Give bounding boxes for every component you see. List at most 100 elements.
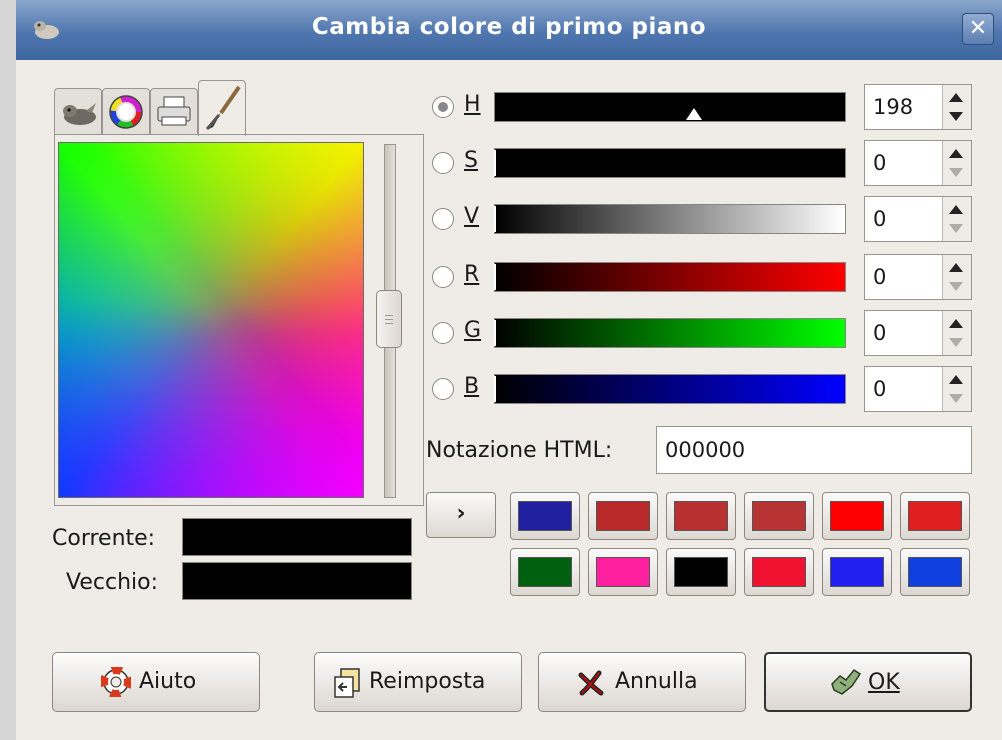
color-dialog: Cambia colore di primo piano ✕ Corrente:… — [16, 0, 1002, 740]
channel-label-b: B — [464, 374, 480, 399]
reset-button[interactable]: Reimposta — [314, 652, 522, 712]
spin-s[interactable]: 0 — [864, 140, 972, 186]
history-swatch[interactable] — [588, 492, 658, 540]
value-slider-handle[interactable] — [376, 290, 402, 348]
spin-v[interactable]: 0 — [864, 196, 972, 242]
history-swatch-color — [518, 501, 572, 531]
color-wheel-icon — [109, 95, 143, 129]
spin-up-icon[interactable] — [949, 205, 963, 214]
reset-label: Reimposta — [369, 669, 486, 694]
chevron-right-icon: › — [456, 501, 466, 526]
spin-up-icon[interactable] — [949, 319, 963, 328]
history-swatch[interactable] — [822, 548, 892, 596]
current-color-swatch — [182, 518, 412, 556]
wilber-icon — [63, 103, 96, 125]
slider-b-marker[interactable] — [494, 376, 496, 402]
spin-g-value[interactable]: 0 — [873, 321, 886, 345]
spin-v-value[interactable]: 0 — [873, 207, 886, 231]
radio-b[interactable] — [432, 378, 454, 400]
hue-saturation-area[interactable] — [58, 142, 364, 498]
ok-hand-icon — [831, 668, 862, 695]
spin-up-icon[interactable] — [949, 149, 963, 158]
slider-r-marker[interactable] — [494, 264, 496, 290]
history-swatch-color — [752, 501, 806, 531]
tab-watercolor-selector[interactable] — [198, 80, 246, 136]
brush-icon — [205, 85, 241, 131]
history-swatch[interactable] — [900, 548, 970, 596]
spin-b-value[interactable]: 0 — [873, 377, 886, 401]
history-swatch[interactable] — [510, 492, 580, 540]
history-swatch[interactable] — [744, 548, 814, 596]
history-swatch-color — [752, 557, 806, 587]
slider-h[interactable] — [494, 92, 846, 122]
history-swatch[interactable] — [666, 492, 736, 540]
radio-r[interactable] — [432, 266, 454, 288]
history-add-button[interactable]: › — [426, 492, 496, 538]
slider-s-marker[interactable] — [494, 150, 496, 176]
history-swatch[interactable] — [900, 492, 970, 540]
close-icon: ✕ — [968, 16, 988, 41]
title-bar: Cambia colore di primo piano ✕ — [16, 0, 1002, 60]
channel-label-v: V — [464, 204, 480, 229]
spin-h[interactable]: 198 — [864, 84, 972, 130]
help-button[interactable]: Aiuto — [52, 652, 260, 712]
radio-v[interactable] — [432, 208, 454, 230]
spin-r-value[interactable]: 0 — [873, 265, 886, 289]
channel-label-s: S — [464, 148, 478, 173]
spin-up-icon[interactable] — [949, 375, 963, 384]
cancel-button[interactable]: Annulla — [538, 652, 746, 712]
spin-up-icon[interactable] — [949, 93, 963, 102]
spin-r[interactable]: 0 — [864, 254, 972, 300]
slider-g-marker[interactable] — [494, 320, 496, 346]
slider-s[interactable] — [494, 148, 846, 178]
ok-button[interactable]: OK — [764, 652, 972, 712]
history-swatch[interactable] — [744, 492, 814, 540]
history-swatch-color — [596, 557, 650, 587]
radio-g[interactable] — [432, 322, 454, 344]
ok-label: OK — [868, 670, 900, 695]
html-notation-input[interactable]: 000000 — [656, 426, 972, 474]
spin-b[interactable]: 0 — [864, 366, 972, 412]
history-swatch-color — [674, 557, 728, 587]
printer-icon — [157, 96, 191, 126]
history-swatch[interactable] — [588, 548, 658, 596]
slider-g[interactable] — [494, 318, 846, 348]
window-title: Cambia colore di primo piano — [311, 14, 707, 40]
history-swatch-color — [908, 501, 962, 531]
radio-s[interactable] — [432, 152, 454, 174]
help-label: Aiuto — [139, 669, 197, 694]
history-swatch-color — [830, 501, 884, 531]
history-swatch[interactable] — [666, 548, 736, 596]
channel-label-g: G — [464, 318, 482, 343]
slider-r[interactable] — [494, 262, 846, 292]
history-swatch-color — [674, 501, 728, 531]
old-color-swatch[interactable] — [182, 562, 412, 600]
old-label: Vecchio: — [66, 570, 158, 595]
history-swatch[interactable] — [822, 492, 892, 540]
html-notation-label: Notazione HTML: — [426, 438, 613, 463]
slider-b[interactable] — [494, 374, 846, 404]
spin-up-icon[interactable] — [949, 263, 963, 272]
spin-g[interactable]: 0 — [864, 310, 972, 356]
spin-h-value[interactable]: 198 — [873, 95, 913, 119]
lifebuoy-icon — [101, 667, 131, 697]
cancel-label: Annulla — [615, 669, 698, 694]
channel-label-r: R — [464, 262, 480, 287]
spin-s-value[interactable]: 0 — [873, 151, 886, 175]
tab-wheel-selector[interactable] — [102, 88, 150, 134]
history-swatch-color — [830, 557, 884, 587]
slider-v-marker[interactable] — [494, 206, 496, 232]
history-swatch-color — [908, 557, 962, 587]
slider-v[interactable] — [494, 204, 846, 234]
radio-h[interactable] — [432, 96, 454, 118]
spin-down-icon[interactable] — [949, 112, 963, 121]
cancel-icon — [578, 670, 604, 696]
slider-h-marker[interactable] — [686, 108, 702, 120]
history-swatch-color — [518, 557, 572, 587]
tab-gimp-selector[interactable] — [54, 88, 102, 134]
reset-icon — [334, 668, 360, 698]
tab-cmyk-selector[interactable] — [150, 88, 198, 134]
close-button[interactable]: ✕ — [962, 13, 994, 45]
history-swatch[interactable] — [510, 548, 580, 596]
spin-down-icon — [949, 394, 963, 403]
